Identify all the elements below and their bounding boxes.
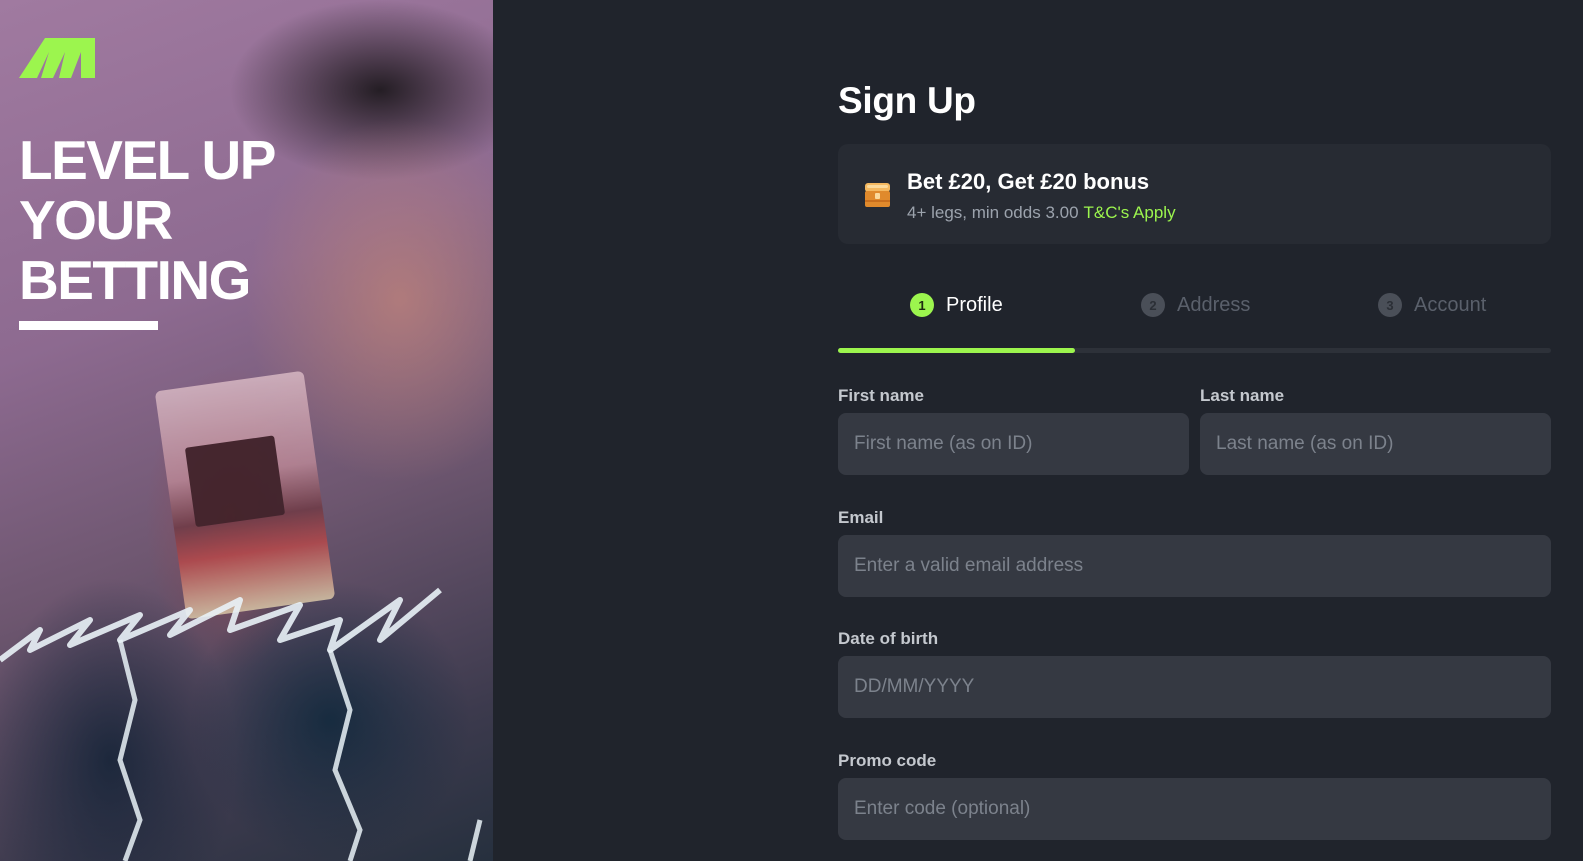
step-profile[interactable]: 1 Profile bbox=[910, 292, 1003, 318]
hero-panel: LEVEL UP YOUR BETTING bbox=[0, 0, 493, 861]
step-progress-track bbox=[838, 348, 1551, 353]
m-logo-icon[interactable] bbox=[19, 38, 95, 78]
hero-lightning-effect bbox=[0, 587, 483, 861]
step-account[interactable]: 3 Account bbox=[1378, 292, 1486, 318]
first-name-label: First name bbox=[838, 386, 924, 405]
step-label: Account bbox=[1414, 293, 1487, 316]
email-input[interactable] bbox=[838, 535, 1551, 597]
promo-code-input[interactable] bbox=[838, 778, 1551, 840]
treasure-chest-icon bbox=[865, 183, 890, 207]
last-name-label: Last name bbox=[1200, 386, 1285, 405]
step-label: Address bbox=[1177, 293, 1251, 316]
step-address[interactable]: 2 Address bbox=[1141, 292, 1250, 318]
promo-subtitle-text: 4+ legs, min odds 3.00 bbox=[907, 203, 1079, 222]
step-number: 2 bbox=[1141, 293, 1165, 317]
step-number: 3 bbox=[1378, 293, 1402, 317]
email-label: Email bbox=[838, 508, 884, 527]
dob-input[interactable] bbox=[838, 656, 1551, 718]
first-name-input[interactable] bbox=[838, 413, 1189, 475]
dob-label: Date of birth bbox=[838, 629, 939, 648]
hero-headline-line2: YOUR bbox=[19, 189, 173, 251]
step-progress-fill bbox=[838, 348, 1076, 353]
page-title: Sign Up bbox=[838, 80, 976, 121]
promo-card: Bet £20, Get £20 bonus 4+ legs, min odds… bbox=[838, 144, 1551, 244]
step-number: 1 bbox=[910, 293, 934, 317]
last-name-input[interactable] bbox=[1200, 413, 1551, 475]
hero-headline-line3: BETTING bbox=[19, 249, 251, 311]
promo-code-label: Promo code bbox=[838, 751, 937, 770]
signup-steps: 1 Profile 2 Address 3 Account bbox=[838, 282, 1551, 354]
hero-underline bbox=[19, 321, 158, 330]
terms-link[interactable]: T&C's Apply bbox=[1084, 203, 1176, 222]
step-label: Profile bbox=[946, 293, 1003, 316]
hero-headline-line1: LEVEL UP bbox=[19, 129, 276, 191]
promo-subtitle: 4+ legs, min odds 3.00 T&C's Apply bbox=[907, 203, 1176, 223]
promo-title: Bet £20, Get £20 bonus bbox=[907, 169, 1150, 194]
hero-headline: LEVEL UP YOUR BETTING bbox=[19, 130, 349, 310]
